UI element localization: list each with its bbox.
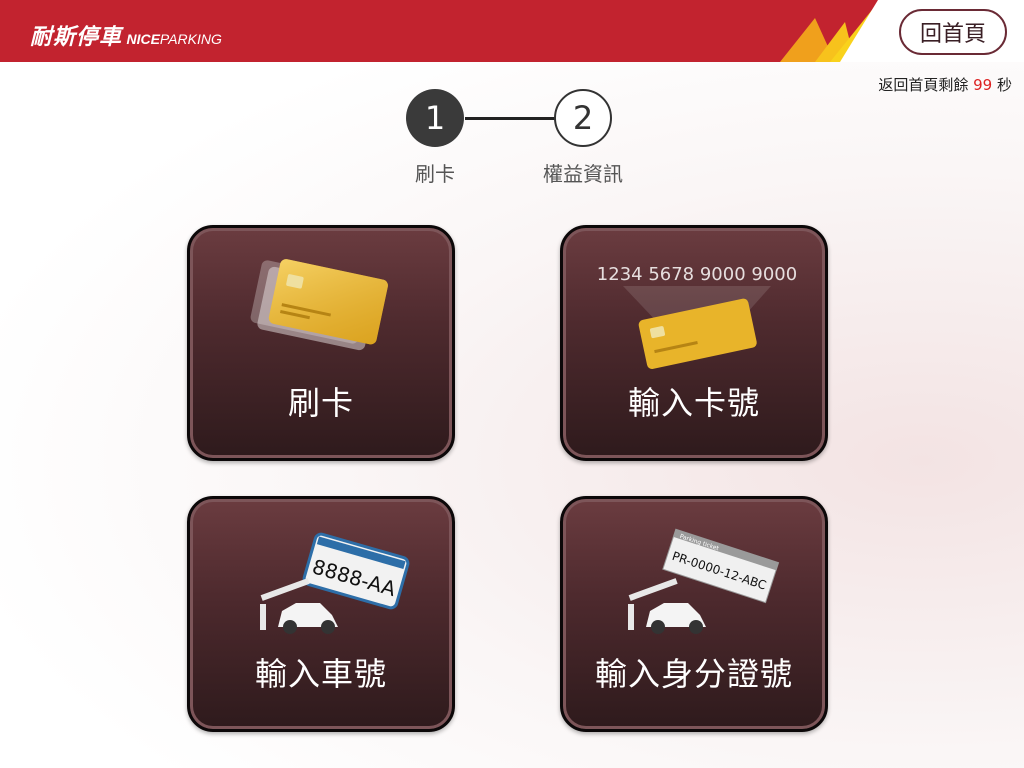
countdown-prefix: 返回首頁剩餘: [878, 76, 969, 94]
home-button[interactable]: 回首頁: [899, 9, 1007, 55]
enter-card-number-label: 輸入卡號: [627, 384, 760, 422]
top-header-bar: 耐斯停車 NICEPARKING 回首頁: [0, 0, 1024, 62]
step-2-label: 權益資訊: [543, 162, 623, 186]
sample-card-number: 1234 5678 9000 9000: [597, 264, 797, 285]
brand-logo: 耐斯停車 NICEPARKING: [30, 19, 222, 51]
step-1-label: 刷卡: [415, 162, 455, 186]
swipe-card-button[interactable]: 刷卡: [187, 225, 455, 461]
enter-card-number-button[interactable]: 1234 5678 9000 9000 輸入卡號: [560, 225, 828, 461]
countdown-seconds: 99: [973, 76, 993, 94]
parking-ticket-icon: Parking ticket PR-0000-12-ABC: [628, 528, 780, 634]
card-number-icon: 1234 5678 9000 9000: [597, 264, 797, 369]
countdown-suffix: 秒: [996, 76, 1012, 94]
enter-id-number-label: 輸入身分證號: [594, 655, 793, 693]
countdown-text: 返回首頁剩餘 99 秒: [878, 74, 1012, 95]
brand-name-zh: 耐斯停車: [30, 24, 123, 49]
enter-id-number-button[interactable]: Parking ticket PR-0000-12-ABC 輸入身分證號: [560, 496, 828, 732]
swipe-card-label: 刷卡: [287, 384, 354, 422]
swipe-card-icon: [250, 259, 388, 351]
brand-name-en-bold: NICE: [126, 31, 160, 47]
enter-plate-number-button[interactable]: 8888-AA 輸入車號: [187, 496, 455, 732]
license-plate-icon: 8888-AA: [260, 532, 410, 634]
step-1-circle: 1: [406, 89, 464, 147]
enter-plate-number-label: 輸入車號: [254, 655, 387, 693]
brand-name-en: PARKING: [159, 31, 222, 47]
step-connector: [465, 117, 555, 120]
step-2-circle: 2: [554, 89, 612, 147]
